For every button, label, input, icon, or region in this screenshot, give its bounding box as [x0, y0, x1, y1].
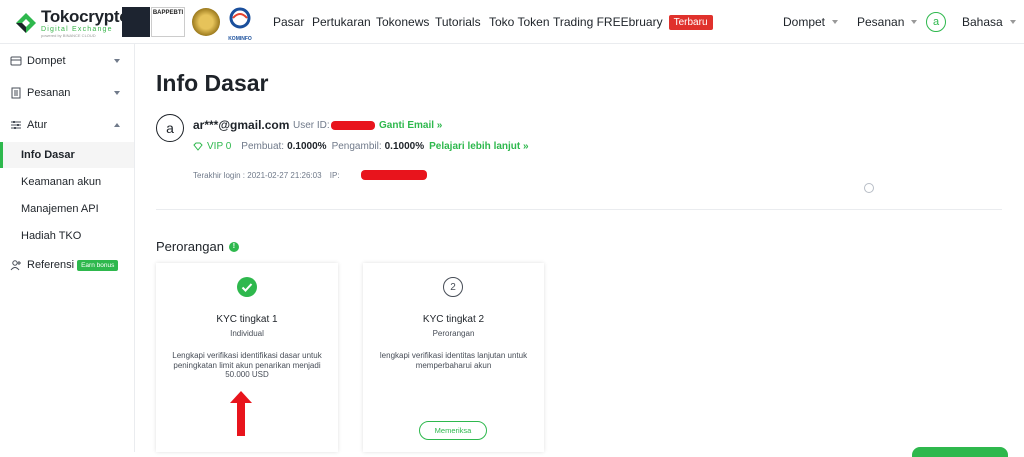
nav-orders-label[interactable]: Pesanan	[857, 15, 904, 29]
kominfo-emblem-icon	[229, 7, 251, 29]
top-navbar: Tokocrypto Digital Exchange powered by B…	[0, 0, 1024, 44]
checkmark-icon	[241, 283, 253, 292]
nav-toko-token[interactable]: Toko Token	[489, 0, 550, 44]
add-user-icon	[10, 260, 21, 271]
sidebar-item-wallet[interactable]: Dompet	[0, 48, 134, 74]
taker-label: Pengambil:	[331, 141, 382, 152]
card-description: lengkapi verifikasi identitas lanjutan u…	[379, 351, 528, 370]
sidebar-item-keamanan-akun[interactable]: Keamanan akun	[0, 169, 134, 195]
card-title: KYC tingkat 1	[216, 314, 278, 325]
chevron-down-icon	[114, 59, 120, 63]
nav-wallet-label[interactable]: Dompet	[783, 15, 825, 29]
user-id-label: User ID:	[293, 120, 330, 131]
maker-fee: 0.1000%	[287, 141, 327, 152]
chevron-down-icon	[1009, 20, 1016, 24]
info-icon[interactable]: !	[228, 241, 239, 252]
fee-row: VIP 0 Pembuat: 0.1000% Pengambil: 0.1000…	[193, 141, 529, 152]
nav-tutorials[interactable]: Tutorials	[435, 0, 481, 44]
red-annotation-arrow	[230, 391, 252, 436]
taker-fee: 0.1000%	[384, 141, 425, 152]
page-scrollbar[interactable]	[1012, 44, 1024, 452]
orders-icon	[11, 87, 21, 99]
sidebar-item-label: Pesanan	[27, 87, 71, 99]
brand-name: Tokocrypto	[41, 7, 130, 26]
sidebar-item-label: Atur	[27, 119, 48, 131]
chevron-up-icon	[114, 123, 120, 127]
vip-level: VIP 0	[207, 141, 232, 152]
sidebar-item-label: Dompet	[27, 55, 66, 67]
nav-trading-label[interactable]: Trading FREEbruary	[553, 15, 663, 29]
maker-label: Pembuat:	[241, 141, 285, 152]
small-circle-icon	[864, 183, 874, 193]
chevron-down-icon	[114, 91, 120, 95]
new-badge: Terbaru	[668, 14, 713, 30]
step-number-badge: 2	[443, 277, 463, 297]
floating-support-button[interactable]	[912, 447, 1008, 457]
user-avatar: a	[156, 114, 184, 142]
change-email-link[interactable]: Ganti Email »	[379, 120, 442, 131]
section-title-text: Perorangan	[156, 239, 224, 254]
learn-more-link[interactable]: Pelajari lebih lanjut »	[429, 141, 528, 152]
redaction-mark-user-id	[331, 121, 375, 130]
tokocrypto-logo[interactable]: Tokocrypto Digital Exchange powered by B…	[14, 7, 130, 38]
nav-language-dropdown[interactable]: Bahasa	[962, 0, 1016, 44]
earn-bonus-badge: Earn bonus	[77, 259, 119, 271]
chevron-down-icon	[832, 20, 839, 24]
nav-tokonews[interactable]: Tokonews	[376, 0, 429, 44]
page-title: Info Dasar	[156, 70, 269, 96]
sidebar-item-label: Referensi	[27, 259, 75, 271]
section-divider	[156, 209, 1002, 210]
brand-tagline: Digital Exchange	[41, 26, 113, 33]
nav-wallet-dropdown[interactable]: Dompet	[783, 0, 839, 44]
section-title: Perorangan !	[156, 239, 239, 254]
ip-label: IP:	[329, 171, 340, 180]
nav-pasar[interactable]: Pasar	[273, 0, 304, 44]
sidebar-item-referral[interactable]: Referensi Earn bonus	[0, 252, 134, 278]
sidebar-item-manajemen-api[interactable]: Manajemen API	[0, 196, 134, 222]
sidebar-item-settings[interactable]: Atur	[0, 112, 134, 138]
nav-trading-freebruary[interactable]: Trading FREEbruary Terbaru	[553, 0, 713, 44]
diamond-icon	[193, 142, 203, 151]
check-icon	[237, 277, 257, 297]
sidebar-item-orders[interactable]: Pesanan	[0, 80, 134, 106]
sliders-icon	[11, 121, 21, 129]
last-login-row: Terakhir login : 2021-02-27 21:26:03 IP:	[193, 171, 340, 180]
card-description: Lengkapi verifikasi identifikasi dasar u…	[172, 351, 322, 379]
tokocrypto-logo-icon	[16, 13, 36, 33]
bappebti-logo: BAPPEBTI	[151, 7, 185, 37]
user-email: ar***@gmail.com	[193, 118, 290, 132]
nav-language-label[interactable]: Bahasa	[962, 15, 1003, 29]
brand-tagline-2: powered by BINANCE CLOUD	[41, 33, 96, 38]
wallet-icon	[10, 56, 22, 66]
last-login-text: Terakhir login : 2021-02-27 21:26:03	[193, 171, 322, 180]
card-subtitle: Individual	[230, 329, 264, 338]
redaction-mark-ip	[361, 170, 427, 180]
kyc-level-2-card[interactable]: 2 KYC tingkat 2 Perorangan lengkapi veri…	[363, 263, 544, 452]
garuda-seal-logo	[192, 8, 220, 36]
card-subtitle: Perorangan	[432, 329, 475, 338]
sidebar-item-hadiah-tko[interactable]: Hadiah TKO	[0, 223, 134, 249]
card-title: KYC tingkat 2	[422, 314, 485, 325]
nav-pertukaran[interactable]: Pertukaran	[312, 0, 371, 44]
sidebar-item-info-dasar[interactable]: Info Dasar	[0, 142, 134, 168]
kominfo-label: KOMINFO	[228, 36, 252, 42]
verify-button[interactable]: Memeriksa	[419, 421, 487, 440]
partner-logo-dark	[122, 7, 150, 37]
sidebar: Dompet Pesanan Atur Info Dasar Keamanan …	[0, 44, 135, 452]
user-avatar-button[interactable]: a	[926, 12, 946, 32]
kominfo-logo: KOMINFO	[227, 7, 253, 42]
nav-orders-dropdown[interactable]: Pesanan	[857, 0, 918, 44]
chevron-down-icon	[911, 20, 918, 24]
